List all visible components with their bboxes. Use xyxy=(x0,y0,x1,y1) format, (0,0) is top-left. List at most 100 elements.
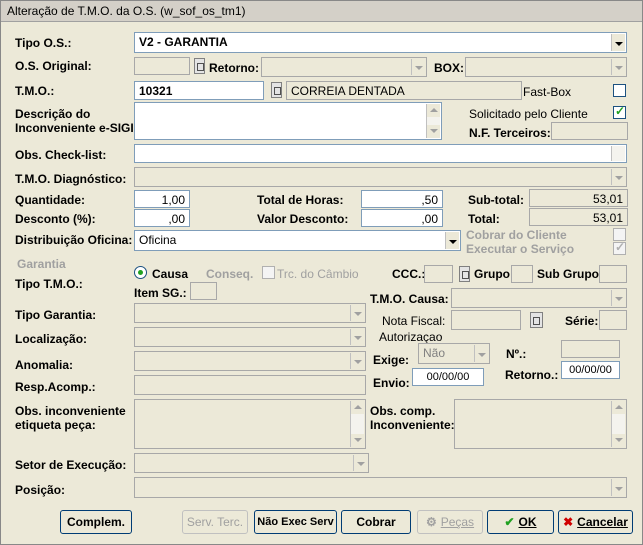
sub-grupo-field[interactable] xyxy=(599,265,627,283)
scrollbar[interactable] xyxy=(350,401,364,447)
retorno-date-field[interactable]: 00/00/00 xyxy=(561,361,620,379)
cobrar-button[interactable]: Cobrar xyxy=(341,510,411,534)
scroll-down-icon[interactable] xyxy=(612,434,625,447)
chevron-down-icon[interactable] xyxy=(611,34,625,51)
serie-label: Série: xyxy=(565,314,599,328)
tmo-label: T.M.O.: xyxy=(15,84,55,98)
tipo-os-select[interactable]: V2 - GARANTIA xyxy=(134,32,627,53)
resp-acomp-label: Resp.Acomp.: xyxy=(15,380,96,394)
executar-servico-checkbox[interactable]: ✓ xyxy=(613,240,626,255)
chevron-down-icon[interactable] xyxy=(353,455,367,471)
lookup-icon[interactable] xyxy=(459,266,470,282)
numero-field[interactable] xyxy=(561,340,620,358)
obs-comp-label-1: Obs. comp. xyxy=(370,404,436,418)
scroll-up-icon[interactable] xyxy=(351,401,364,414)
valor-desconto-field[interactable]: ,00 xyxy=(361,209,443,227)
descricao-textarea[interactable] xyxy=(134,102,442,140)
trc-cambio-checkbox[interactable] xyxy=(262,266,275,279)
pecas-button[interactable]: ⚙ Peças xyxy=(417,510,483,534)
tmo-causa-label: T.M.O. Causa: xyxy=(370,292,449,306)
cancelar-button[interactable]: ✖ Cancelar xyxy=(558,510,633,534)
cobrar-cliente-label: Cobrar do Cliente xyxy=(466,228,567,242)
tipo-garantia-select[interactable] xyxy=(134,303,366,323)
scrollbar[interactable] xyxy=(611,146,625,161)
anomalia-label: Anomalia: xyxy=(15,358,74,372)
executar-servico-label: Executar o Serviço xyxy=(466,242,575,256)
resp-acomp-field[interactable] xyxy=(134,375,366,395)
tipo-os-value: V2 - GARANTIA xyxy=(139,35,228,49)
descricao-label-2: Inconveniente e-SIGI xyxy=(15,121,134,135)
obs-inconveniente-label-1: Obs. inconveniente xyxy=(15,404,126,418)
sub-grupo-label: Sub Grupo: xyxy=(537,267,603,281)
scroll-up-icon[interactable] xyxy=(427,104,440,117)
chevron-down-icon[interactable] xyxy=(445,232,459,249)
pecas-label: Peças xyxy=(440,515,475,529)
complem-button[interactable]: Complem. xyxy=(60,510,132,534)
chevron-down-icon[interactable] xyxy=(474,345,488,362)
grupo-field[interactable] xyxy=(511,265,533,283)
posicao-select[interactable] xyxy=(134,477,627,498)
causa-label: Causa xyxy=(152,267,189,281)
localizacao-label: Localização: xyxy=(15,332,88,346)
nota-fiscal-field[interactable] xyxy=(451,310,521,330)
chevron-down-icon[interactable] xyxy=(611,290,625,306)
lookup-icon[interactable] xyxy=(271,82,282,98)
scrollbar[interactable] xyxy=(426,104,440,138)
localizacao-select[interactable] xyxy=(134,327,366,347)
lookup-icon[interactable] xyxy=(194,58,205,74)
item-sg-field[interactable] xyxy=(190,282,217,300)
fast-box-label: Fast-Box xyxy=(523,85,572,99)
retorno-select[interactable] xyxy=(261,57,427,77)
obs-checklist-field[interactable] xyxy=(134,144,627,163)
lookup-icon[interactable] xyxy=(530,312,543,328)
total-horas-field[interactable]: ,50 xyxy=(361,190,443,208)
scroll-up-icon[interactable] xyxy=(612,401,625,414)
dialog-window: Alteração de T.M.O. da O.S. (w_sof_os_tm… xyxy=(0,0,643,545)
tipo-os-label: Tipo O.S.: xyxy=(15,36,72,50)
chevron-down-icon[interactable] xyxy=(611,59,625,75)
envio-date-field[interactable]: 00/00/00 xyxy=(412,368,484,386)
tmo-code-field[interactable]: 10321 xyxy=(134,81,264,100)
anomalia-select[interactable] xyxy=(134,351,366,371)
total-label: Total: xyxy=(468,212,500,226)
subtotal-label: Sub-total: xyxy=(468,193,524,207)
chevron-down-icon[interactable] xyxy=(611,169,625,185)
causa-radio[interactable] xyxy=(134,266,147,279)
retorno-label: Retorno: xyxy=(209,61,259,75)
ccc-field[interactable] xyxy=(424,265,453,283)
scrollbar[interactable] xyxy=(611,401,625,447)
distribuicao-select[interactable]: Oficina xyxy=(134,230,461,251)
quantidade-field[interactable]: 1,00 xyxy=(134,190,190,208)
fast-box-checkbox[interactable] xyxy=(613,84,626,97)
chevron-down-icon[interactable] xyxy=(350,353,364,369)
setor-execucao-select[interactable] xyxy=(134,453,369,473)
exige-select[interactable]: Não xyxy=(418,343,490,364)
serie-field[interactable] xyxy=(599,310,627,330)
os-original-field[interactable] xyxy=(134,57,190,75)
box-select[interactable] xyxy=(465,57,627,77)
nf-terceiros-field[interactable] xyxy=(551,122,628,140)
scroll-down-icon[interactable] xyxy=(427,125,440,138)
chevron-down-icon[interactable] xyxy=(611,479,625,496)
obs-comp-textarea[interactable] xyxy=(454,399,627,449)
chevron-down-icon[interactable] xyxy=(350,329,364,345)
obs-inconveniente-textarea[interactable] xyxy=(134,399,366,449)
ccc-label: CCC.: xyxy=(392,267,426,281)
scroll-down-icon[interactable] xyxy=(351,434,364,447)
serv-terc-button[interactable]: Serv. Terc. xyxy=(182,510,248,534)
os-original-label: O.S. Original: xyxy=(15,59,92,73)
ok-button[interactable]: ✔ OK xyxy=(487,510,554,534)
tmo-diagnostico-select[interactable] xyxy=(134,167,627,187)
posicao-label: Posição: xyxy=(15,483,66,497)
tmo-causa-select[interactable] xyxy=(451,288,627,308)
solicitado-label: Solicitado pelo Cliente xyxy=(469,107,588,121)
nf-terceiros-label: N.F. Terceiros: xyxy=(469,126,551,140)
nao-exec-serv-button[interactable]: Não Exec Serv xyxy=(254,510,337,534)
desconto-field[interactable]: ,00 xyxy=(134,209,190,227)
chevron-down-icon[interactable] xyxy=(411,59,425,75)
checkmark-icon: ✓ xyxy=(615,104,626,118)
nota-fiscal-label: Nota Fiscal: xyxy=(382,314,446,328)
chevron-down-icon[interactable] xyxy=(350,305,364,321)
solicitado-checkbox[interactable]: ✓ xyxy=(613,104,626,119)
distribuicao-label: Distribuição Oficina: xyxy=(15,233,133,247)
